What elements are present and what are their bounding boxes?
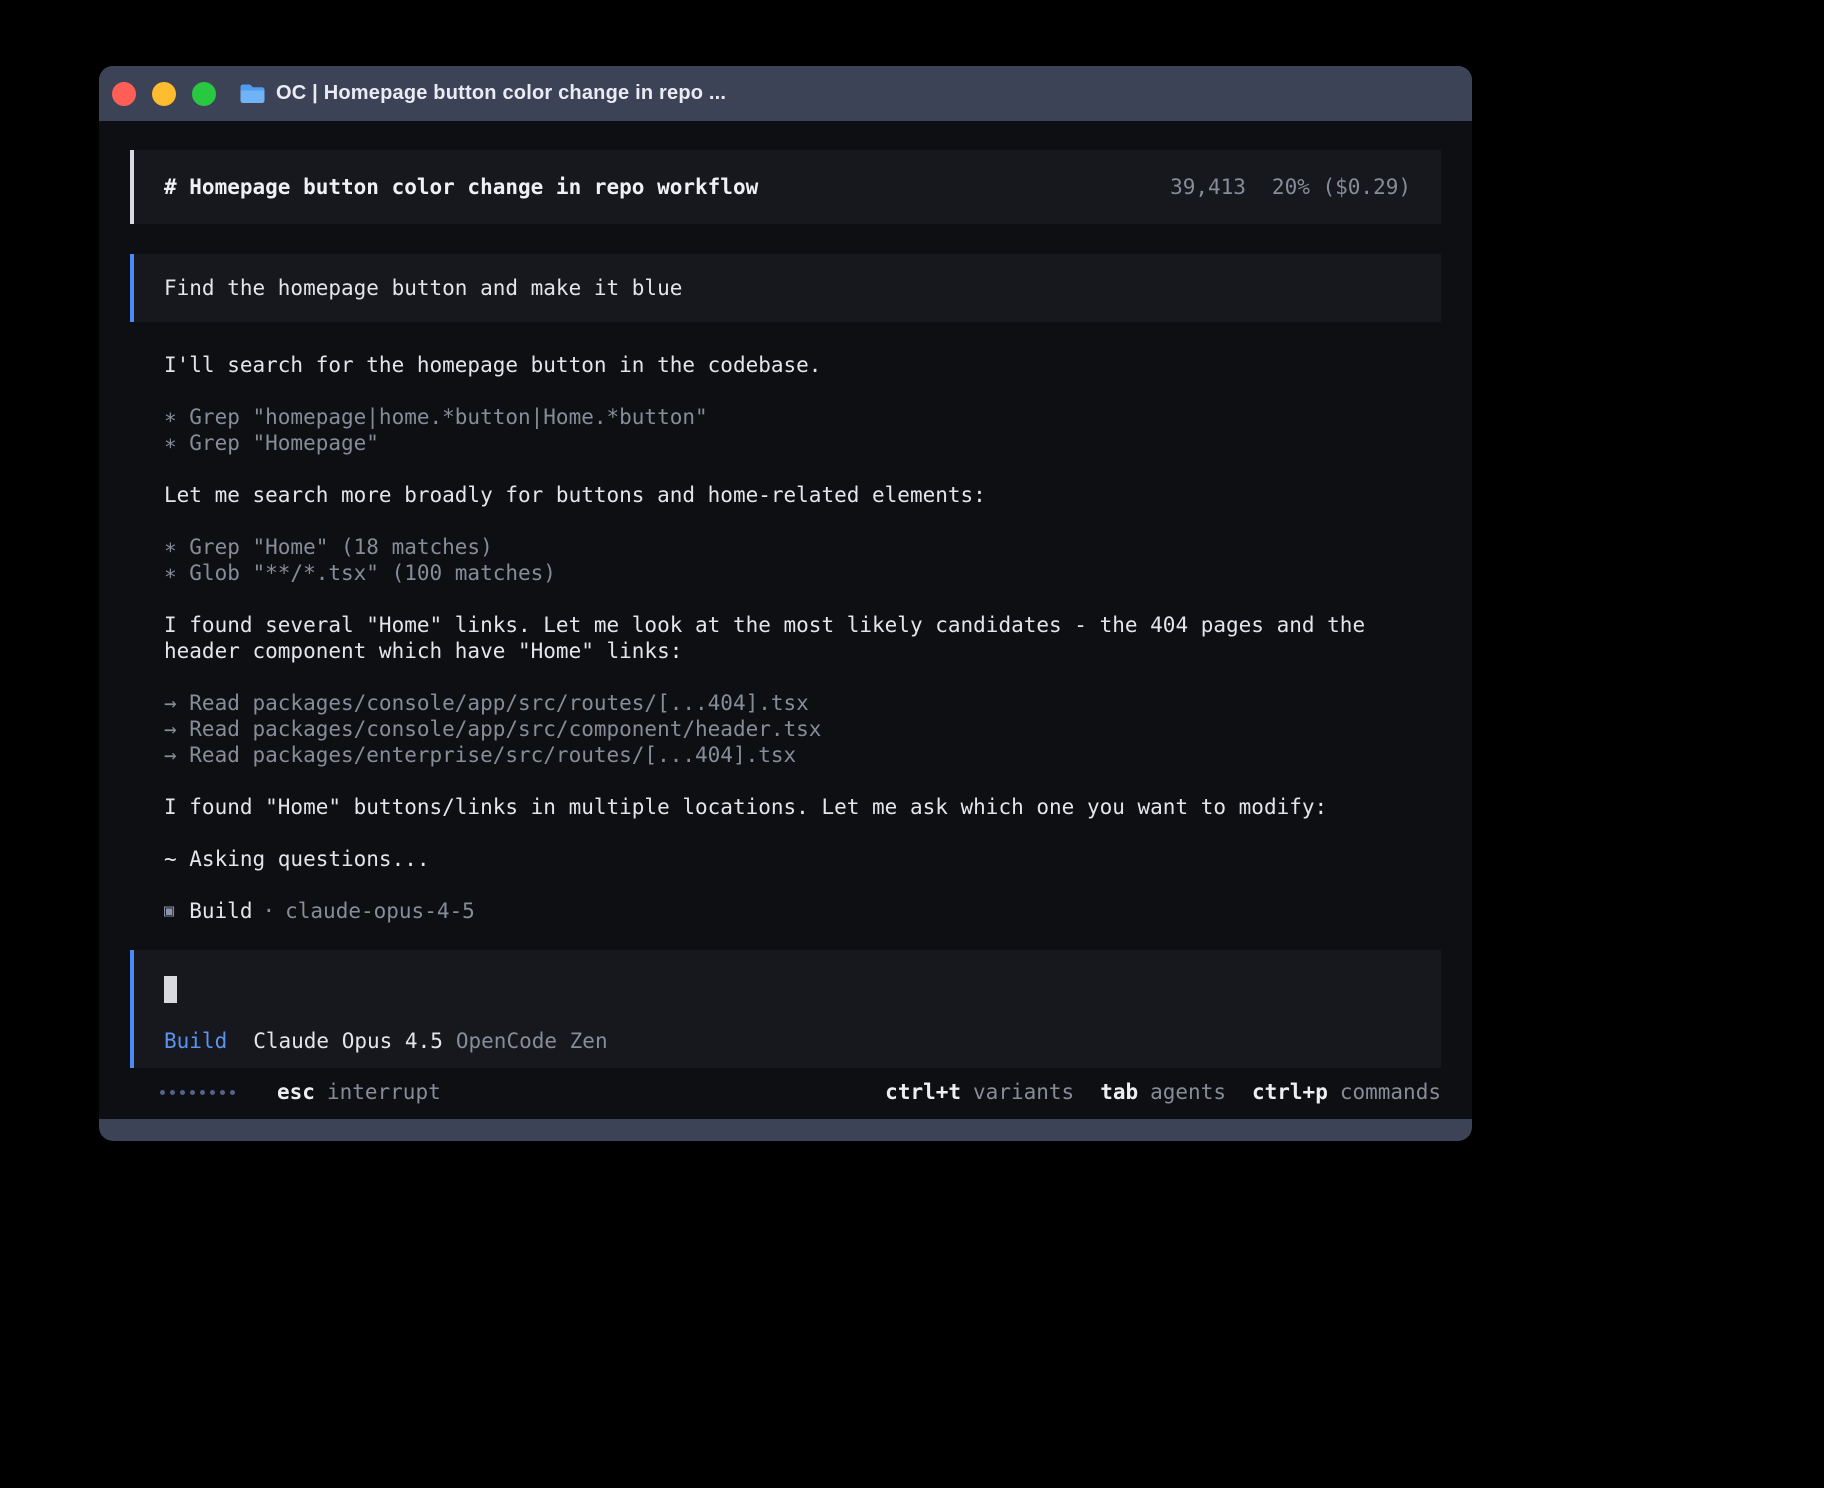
tool-call-glob: ∗ Glob "**/*.tsx" (100 matches) <box>164 560 1407 586</box>
agent-model: claude-opus-4-5 <box>285 898 475 924</box>
statusbar-left: esc interrupt <box>160 1079 441 1105</box>
shortcut-commands: ctrl+p commands <box>1252 1079 1441 1105</box>
user-message-text: Find the homepage button and make it blu… <box>164 276 682 300</box>
prompt-input[interactable]: Build Claude Opus 4.5 OpenCode Zen <box>130 950 1441 1068</box>
tool-call-read: → Read packages/console/app/src/componen… <box>164 716 1407 742</box>
shortcut-variants: ctrl+t variants <box>885 1079 1074 1105</box>
shortcut-key: ctrl+t <box>885 1079 961 1105</box>
shortcut-label: commands <box>1340 1079 1441 1105</box>
session-header: # Homepage button color change in repo w… <box>130 150 1441 224</box>
text-cursor-icon <box>164 976 177 1003</box>
esc-label: interrupt <box>327 1079 441 1105</box>
tool-call-read: → Read packages/console/app/src/routes/[… <box>164 690 1407 716</box>
user-message: Find the homepage button and make it blu… <box>130 254 1441 322</box>
esc-key: esc <box>277 1079 315 1105</box>
statusbar-right: ctrl+t variants tab agents ctrl+p comman… <box>885 1079 1441 1105</box>
agent-icon: ▣ <box>164 898 174 924</box>
agent-badge: ▣ Build · claude-opus-4-5 <box>164 898 1407 924</box>
agent-mode-label[interactable]: Build <box>164 1028 227 1054</box>
zoom-button[interactable] <box>192 82 216 106</box>
context-cost: 20% ($0.29) <box>1272 174 1411 200</box>
shortcut-label: agents <box>1150 1079 1226 1105</box>
assistant-text: I found several "Home" links. Let me loo… <box>164 612 1407 638</box>
assistant-text: Let me search more broadly for buttons a… <box>164 482 1407 508</box>
activity-indicator: ~ Asking questions... <box>164 846 1407 872</box>
transcript: I'll search for the homepage button in t… <box>130 352 1441 950</box>
shortcut-agents: tab agents <box>1100 1079 1226 1105</box>
agent-separator: · <box>262 898 275 924</box>
tool-call-grep: ∗ Grep "Homepage" <box>164 430 1407 456</box>
folder-icon <box>239 83 266 104</box>
token-count: 39,413 <box>1170 174 1246 200</box>
shortcut-label: variants <box>973 1079 1074 1105</box>
shortcut-key: ctrl+p <box>1252 1079 1328 1105</box>
tool-call-read: → Read packages/enterprise/src/routes/[.… <box>164 742 1407 768</box>
agent-name: Build <box>189 898 252 924</box>
statusbar: esc interrupt ctrl+t variants tab agents… <box>130 1079 1441 1105</box>
minimize-button[interactable] <box>152 82 176 106</box>
terminal-content: # Homepage button color change in repo w… <box>99 121 1472 1119</box>
traffic-lights <box>112 82 216 106</box>
tool-call-grep: ∗ Grep "homepage|home.*button|Home.*butt… <box>164 404 1407 430</box>
window-title: OC | Homepage button color change in rep… <box>276 82 726 105</box>
input-meta: Build Claude Opus 4.5 OpenCode Zen <box>164 1028 1411 1054</box>
tool-call-grep: ∗ Grep "Home" (18 matches) <box>164 534 1407 560</box>
assistant-text: header component which have "Home" links… <box>164 638 1407 664</box>
spinner-dots-icon <box>160 1090 235 1095</box>
shortcut-key: tab <box>1100 1079 1138 1105</box>
titlebar[interactable]: OC | Homepage button color change in rep… <box>99 66 1472 121</box>
terminal-window: OC | Homepage button color change in rep… <box>99 66 1472 1141</box>
session-title: # Homepage button color change in repo w… <box>164 174 758 200</box>
provider-label: OpenCode Zen <box>456 1028 608 1054</box>
model-label[interactable]: Claude Opus 4.5 <box>253 1028 443 1054</box>
close-button[interactable] <box>112 82 136 106</box>
session-stats: 39,413 20% ($0.29) <box>1170 174 1411 200</box>
assistant-text: I'll search for the homepage button in t… <box>164 352 1407 378</box>
assistant-text: I found "Home" buttons/links in multiple… <box>164 794 1407 820</box>
shortcut-interrupt: esc interrupt <box>277 1079 441 1105</box>
